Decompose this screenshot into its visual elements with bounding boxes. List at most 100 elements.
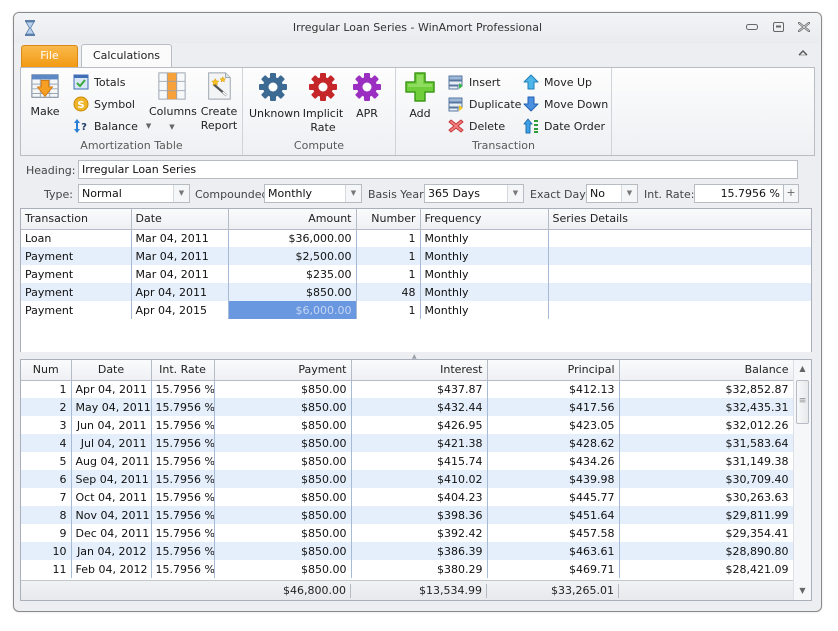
series-details-cell[interactable] bbox=[548, 247, 811, 265]
schedule-row[interactable]: 5 Aug 04, 2011 15.7956 % $850.00 $415.74 $434… bbox=[21, 452, 794, 470]
transaction-cell[interactable]: Payment bbox=[21, 283, 132, 301]
schedule-row[interactable]: 7 Oct 04, 2011 15.7956 % $850.00 $404.23 $445… bbox=[21, 488, 794, 506]
date-cell[interactable]: Mar 04, 2011 bbox=[131, 247, 229, 265]
scroll-thumb[interactable]: ≡ bbox=[796, 380, 809, 424]
tab-file[interactable]: File bbox=[21, 45, 78, 67]
column-header-balance[interactable]: Balance bbox=[619, 360, 794, 381]
add-button[interactable]: Add bbox=[402, 71, 438, 121]
column-header-payment[interactable]: Payment bbox=[214, 360, 352, 381]
maximize-button[interactable] bbox=[767, 19, 789, 35]
series-details-cell[interactable] bbox=[548, 265, 811, 283]
column-header-num[interactable]: Num bbox=[21, 360, 72, 381]
series-details-cell[interactable] bbox=[548, 283, 811, 301]
transaction-row[interactable]: Payment Mar 04, 2011 $2,500.00 1 Monthly bbox=[21, 247, 811, 265]
column-header-series-details[interactable]: Series Details bbox=[548, 209, 811, 230]
date-cell[interactable]: Mar 04, 2011 bbox=[131, 265, 229, 283]
series-details-cell[interactable] bbox=[548, 229, 811, 247]
transaction-row[interactable]: Loan Mar 04, 2011 $36,000.00 1 Monthly bbox=[21, 229, 811, 247]
amount-cell[interactable]: $850.00 bbox=[228, 283, 357, 301]
make-button[interactable]: Make bbox=[25, 71, 65, 119]
type-select[interactable]: Normal ▼ bbox=[78, 184, 190, 203]
scroll-up-arrow-icon[interactable]: ▲ bbox=[794, 360, 811, 378]
gear-purple-icon bbox=[353, 73, 381, 101]
chevron-down-icon[interactable]: ▼ bbox=[173, 185, 189, 202]
implicit-rate-button[interactable]: Implicit Rate bbox=[301, 71, 345, 135]
transaction-row[interactable]: Payment Apr 04, 2015 $6,000.00 1 Monthly bbox=[21, 301, 811, 319]
heading-input[interactable]: Irregular Loan Series bbox=[78, 160, 798, 179]
column-header-date[interactable]: Date bbox=[71, 360, 152, 381]
schedule-row[interactable]: 10 Jan 04, 2012 15.7956 % $850.00 $386.39 $46… bbox=[21, 542, 794, 560]
date-cell[interactable]: Apr 04, 2015 bbox=[131, 301, 229, 319]
int-rate-plus-button[interactable]: + bbox=[783, 184, 799, 203]
chevron-down-icon[interactable]: ▼ bbox=[345, 185, 361, 202]
schedule-row[interactable]: 9 Dec 04, 2011 15.7956 % $850.00 $392.42 $457… bbox=[21, 524, 794, 542]
column-header-int-rate[interactable]: Int. Rate bbox=[151, 360, 215, 381]
column-header-interest[interactable]: Interest bbox=[351, 360, 488, 381]
unknown-button[interactable]: Unknown bbox=[249, 71, 300, 121]
column-header-frequency[interactable]: Frequency bbox=[420, 209, 549, 230]
basis-year-select[interactable]: 365 Days ▼ bbox=[424, 184, 524, 203]
amount-cell[interactable]: $2,500.00 bbox=[228, 247, 357, 265]
frequency-cell[interactable]: Monthly bbox=[420, 265, 549, 283]
number-cell[interactable]: 1 bbox=[356, 301, 421, 319]
amount-cell[interactable]: $36,000.00 bbox=[228, 229, 357, 247]
column-header-date[interactable]: Date bbox=[131, 209, 229, 230]
grid-splitter[interactable]: ▲ bbox=[20, 352, 815, 360]
frequency-cell[interactable]: Monthly bbox=[420, 229, 549, 247]
date-order-button[interactable]: Date Order bbox=[523, 117, 605, 135]
close-button[interactable] bbox=[793, 19, 815, 35]
number-cell[interactable]: 1 bbox=[356, 265, 421, 283]
number-cell[interactable]: 1 bbox=[356, 247, 421, 265]
frequency-cell[interactable]: Monthly bbox=[420, 283, 549, 301]
series-details-cell[interactable] bbox=[548, 301, 811, 319]
frequency-cell[interactable]: Monthly bbox=[420, 301, 549, 319]
chevron-down-icon[interactable]: ▼ bbox=[507, 185, 523, 202]
transaction-row[interactable]: Payment Mar 04, 2011 $235.00 1 Monthly bbox=[21, 265, 811, 283]
transaction-cell[interactable]: Payment bbox=[21, 247, 132, 265]
number-cell[interactable]: 1 bbox=[356, 229, 421, 247]
schedule-row[interactable]: 4 Jul 04, 2011 15.7956 % $850.00 $421.38 $428… bbox=[21, 434, 794, 452]
totals-button[interactable]: Totals bbox=[73, 73, 125, 91]
delete-button[interactable]: Delete bbox=[448, 117, 505, 135]
amount-cell[interactable]: $6,000.00 bbox=[228, 301, 357, 319]
date-cell[interactable]: Mar 04, 2011 bbox=[131, 229, 229, 247]
create-report-button[interactable]: Create Report bbox=[199, 71, 239, 133]
schedule-row[interactable]: 8 Nov 04, 2011 15.7956 % $850.00 $398.36 $451… bbox=[21, 506, 794, 524]
transaction-cell[interactable]: Loan bbox=[21, 229, 132, 247]
compounded-select[interactable]: Monthly ▼ bbox=[264, 184, 362, 203]
move-down-button[interactable]: Move Down bbox=[523, 95, 608, 113]
chevron-down-icon[interactable]: ▼ bbox=[621, 185, 637, 202]
balance-dropdown[interactable]: ? Balance ▼ bbox=[73, 117, 151, 135]
column-header-principal[interactable]: Principal bbox=[487, 360, 620, 381]
minimize-button[interactable] bbox=[741, 19, 763, 35]
principal-cell: $451.64 bbox=[487, 506, 620, 524]
transaction-cell[interactable]: Payment bbox=[21, 265, 132, 283]
number-cell[interactable]: 48 bbox=[356, 283, 421, 301]
symbol-button[interactable]: S Symbol bbox=[73, 95, 135, 113]
int-rate-cell: 15.7956 % bbox=[151, 524, 215, 542]
exact-day-select[interactable]: No ▼ bbox=[586, 184, 638, 203]
column-header-transaction[interactable]: Transaction bbox=[21, 209, 132, 230]
frequency-cell[interactable]: Monthly bbox=[420, 247, 549, 265]
tab-calculations[interactable]: Calculations bbox=[81, 44, 172, 68]
apr-button[interactable]: APR bbox=[347, 71, 387, 121]
duplicate-button[interactable]: Duplicate bbox=[448, 95, 521, 113]
schedule-row[interactable]: 11 Feb 04, 2012 15.7956 % $850.00 $380.29 $46… bbox=[21, 560, 794, 578]
amount-cell[interactable]: $235.00 bbox=[228, 265, 357, 283]
collapse-ribbon-button[interactable] bbox=[797, 49, 809, 61]
schedule-row[interactable]: 6 Sep 04, 2011 15.7956 % $850.00 $410.02 $439… bbox=[21, 470, 794, 488]
columns-button[interactable]: Columns ▼ bbox=[149, 71, 197, 134]
schedule-row[interactable]: 1 Apr 04, 2011 15.7956 % $850.00 $437.87 $412… bbox=[21, 380, 794, 398]
move-up-button[interactable]: Move Up bbox=[523, 73, 592, 91]
transaction-cell[interactable]: Payment bbox=[21, 301, 132, 319]
schedule-vertical-scrollbar[interactable]: ▲ ≡ ▼ bbox=[793, 360, 811, 600]
scroll-down-arrow-icon[interactable]: ▼ bbox=[794, 582, 811, 600]
insert-button[interactable]: Insert bbox=[448, 73, 501, 91]
schedule-row[interactable]: 3 Jun 04, 2011 15.7956 % $850.00 $426.95 $423… bbox=[21, 416, 794, 434]
int-rate-input[interactable]: 15.7956 % bbox=[694, 184, 784, 203]
transaction-row[interactable]: Payment Apr 04, 2011 $850.00 48 Monthly bbox=[21, 283, 811, 301]
column-header-number[interactable]: Number bbox=[356, 209, 421, 230]
column-header-amount[interactable]: Amount bbox=[228, 209, 357, 230]
schedule-row[interactable]: 2 May 04, 2011 15.7956 % $850.00 $432.44 $417… bbox=[21, 398, 794, 416]
date-cell[interactable]: Apr 04, 2011 bbox=[131, 283, 229, 301]
